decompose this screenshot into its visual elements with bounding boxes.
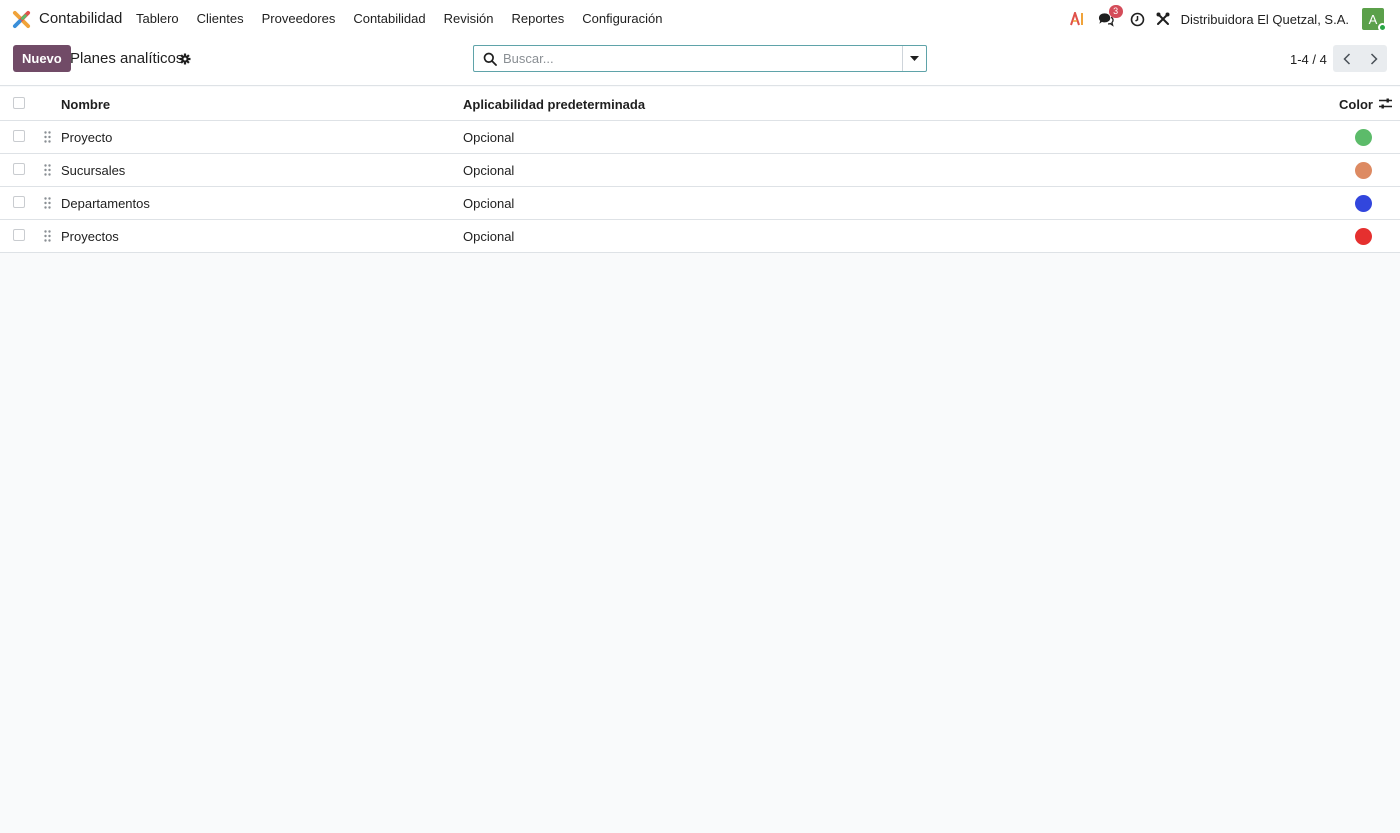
chevron-left-icon bbox=[1342, 52, 1350, 65]
user-avatar[interactable]: A bbox=[1362, 8, 1387, 32]
table-row[interactable]: Sucursales Opcional bbox=[0, 154, 1400, 187]
plan-applicability: Opcional bbox=[463, 130, 515, 145]
activity-clock-icon[interactable] bbox=[1130, 11, 1146, 27]
messages-icon[interactable]: 3 bbox=[1098, 5, 1123, 27]
systray: 3 Distribuidora El Quetzal, S.A. A bbox=[1061, 5, 1387, 32]
menu-item-configuracion[interactable]: Configuración bbox=[582, 11, 662, 26]
plan-applicability: Opcional bbox=[463, 163, 515, 178]
main-menu: Tablero Clientes Proveedores Contabilida… bbox=[136, 11, 680, 26]
messages-count-badge: 3 bbox=[1108, 5, 1123, 18]
optional-columns-icon[interactable] bbox=[1379, 97, 1392, 110]
pager-next-button[interactable] bbox=[1360, 45, 1387, 72]
column-header-nombre[interactable]: Nombre bbox=[61, 97, 110, 112]
gear-icon[interactable] bbox=[179, 53, 191, 65]
drag-handle-icon[interactable] bbox=[44, 164, 51, 176]
search-input[interactable] bbox=[503, 51, 893, 66]
row-checkbox[interactable] bbox=[13, 229, 25, 241]
accounting-app-icon[interactable] bbox=[12, 10, 31, 29]
new-button[interactable]: Nuevo bbox=[13, 45, 71, 72]
online-status-dot bbox=[1378, 23, 1387, 32]
menu-item-contabilidad[interactable]: Contabilidad bbox=[353, 11, 425, 26]
select-all-checkbox[interactable] bbox=[13, 97, 25, 109]
plan-applicability: Opcional bbox=[463, 229, 515, 244]
color-swatch[interactable] bbox=[1355, 162, 1372, 179]
menu-item-revision[interactable]: Revisión bbox=[444, 11, 494, 26]
caret-down-icon bbox=[910, 55, 919, 61]
drag-handle-icon[interactable] bbox=[44, 197, 51, 209]
ai-assistant-icon[interactable] bbox=[1069, 11, 1086, 27]
row-checkbox[interactable] bbox=[13, 163, 25, 175]
control-panel: Nuevo Planes analíticos 1-4 / 4 bbox=[0, 38, 1400, 86]
table-row[interactable]: Proyecto Opcional bbox=[0, 121, 1400, 154]
search-bar bbox=[473, 45, 927, 72]
color-swatch[interactable] bbox=[1355, 195, 1372, 212]
pager-previous-button[interactable] bbox=[1333, 45, 1360, 72]
top-navbar: Contabilidad Tablero Clientes Proveedore… bbox=[0, 0, 1400, 38]
drag-handle-icon[interactable] bbox=[44, 230, 51, 242]
color-swatch[interactable] bbox=[1355, 129, 1372, 146]
search-options-toggle[interactable] bbox=[902, 46, 926, 71]
search-icon bbox=[483, 52, 497, 66]
chevron-right-icon bbox=[1370, 52, 1378, 65]
app-name[interactable]: Contabilidad bbox=[39, 10, 122, 27]
table-header: Nombre Aplicabilidad predeterminada Colo… bbox=[0, 87, 1400, 121]
plan-name: Departamentos bbox=[61, 196, 150, 211]
menu-item-clientes[interactable]: Clientes bbox=[197, 11, 244, 26]
plan-name: Sucursales bbox=[61, 163, 126, 178]
color-swatch[interactable] bbox=[1355, 228, 1372, 245]
drag-handle-icon[interactable] bbox=[44, 131, 51, 143]
row-checkbox[interactable] bbox=[13, 196, 25, 208]
menu-item-reportes[interactable]: Reportes bbox=[511, 11, 564, 26]
debug-tools-icon[interactable] bbox=[1155, 11, 1171, 27]
plan-name: Proyectos bbox=[61, 229, 119, 244]
menu-item-proveedores[interactable]: Proveedores bbox=[262, 11, 336, 26]
table-row[interactable]: Proyectos Opcional bbox=[0, 220, 1400, 253]
column-header-aplicabilidad[interactable]: Aplicabilidad predeterminada bbox=[463, 97, 645, 112]
avatar-letter: A bbox=[1368, 11, 1378, 27]
pager-value[interactable]: 1-4 / 4 bbox=[1290, 52, 1327, 67]
plan-applicability: Opcional bbox=[463, 196, 515, 211]
row-checkbox[interactable] bbox=[13, 130, 25, 142]
plan-name: Proyecto bbox=[61, 130, 113, 145]
menu-item-tablero[interactable]: Tablero bbox=[136, 11, 179, 26]
company-switcher[interactable]: Distribuidora El Quetzal, S.A. bbox=[1181, 12, 1349, 27]
column-header-color[interactable]: Color bbox=[1339, 97, 1373, 112]
page-title: Planes analíticos bbox=[70, 50, 184, 67]
analytic-plans-table: Nombre Aplicabilidad predeterminada Colo… bbox=[0, 87, 1400, 253]
table-row[interactable]: Departamentos Opcional bbox=[0, 187, 1400, 220]
pager-buttons bbox=[1333, 45, 1387, 72]
